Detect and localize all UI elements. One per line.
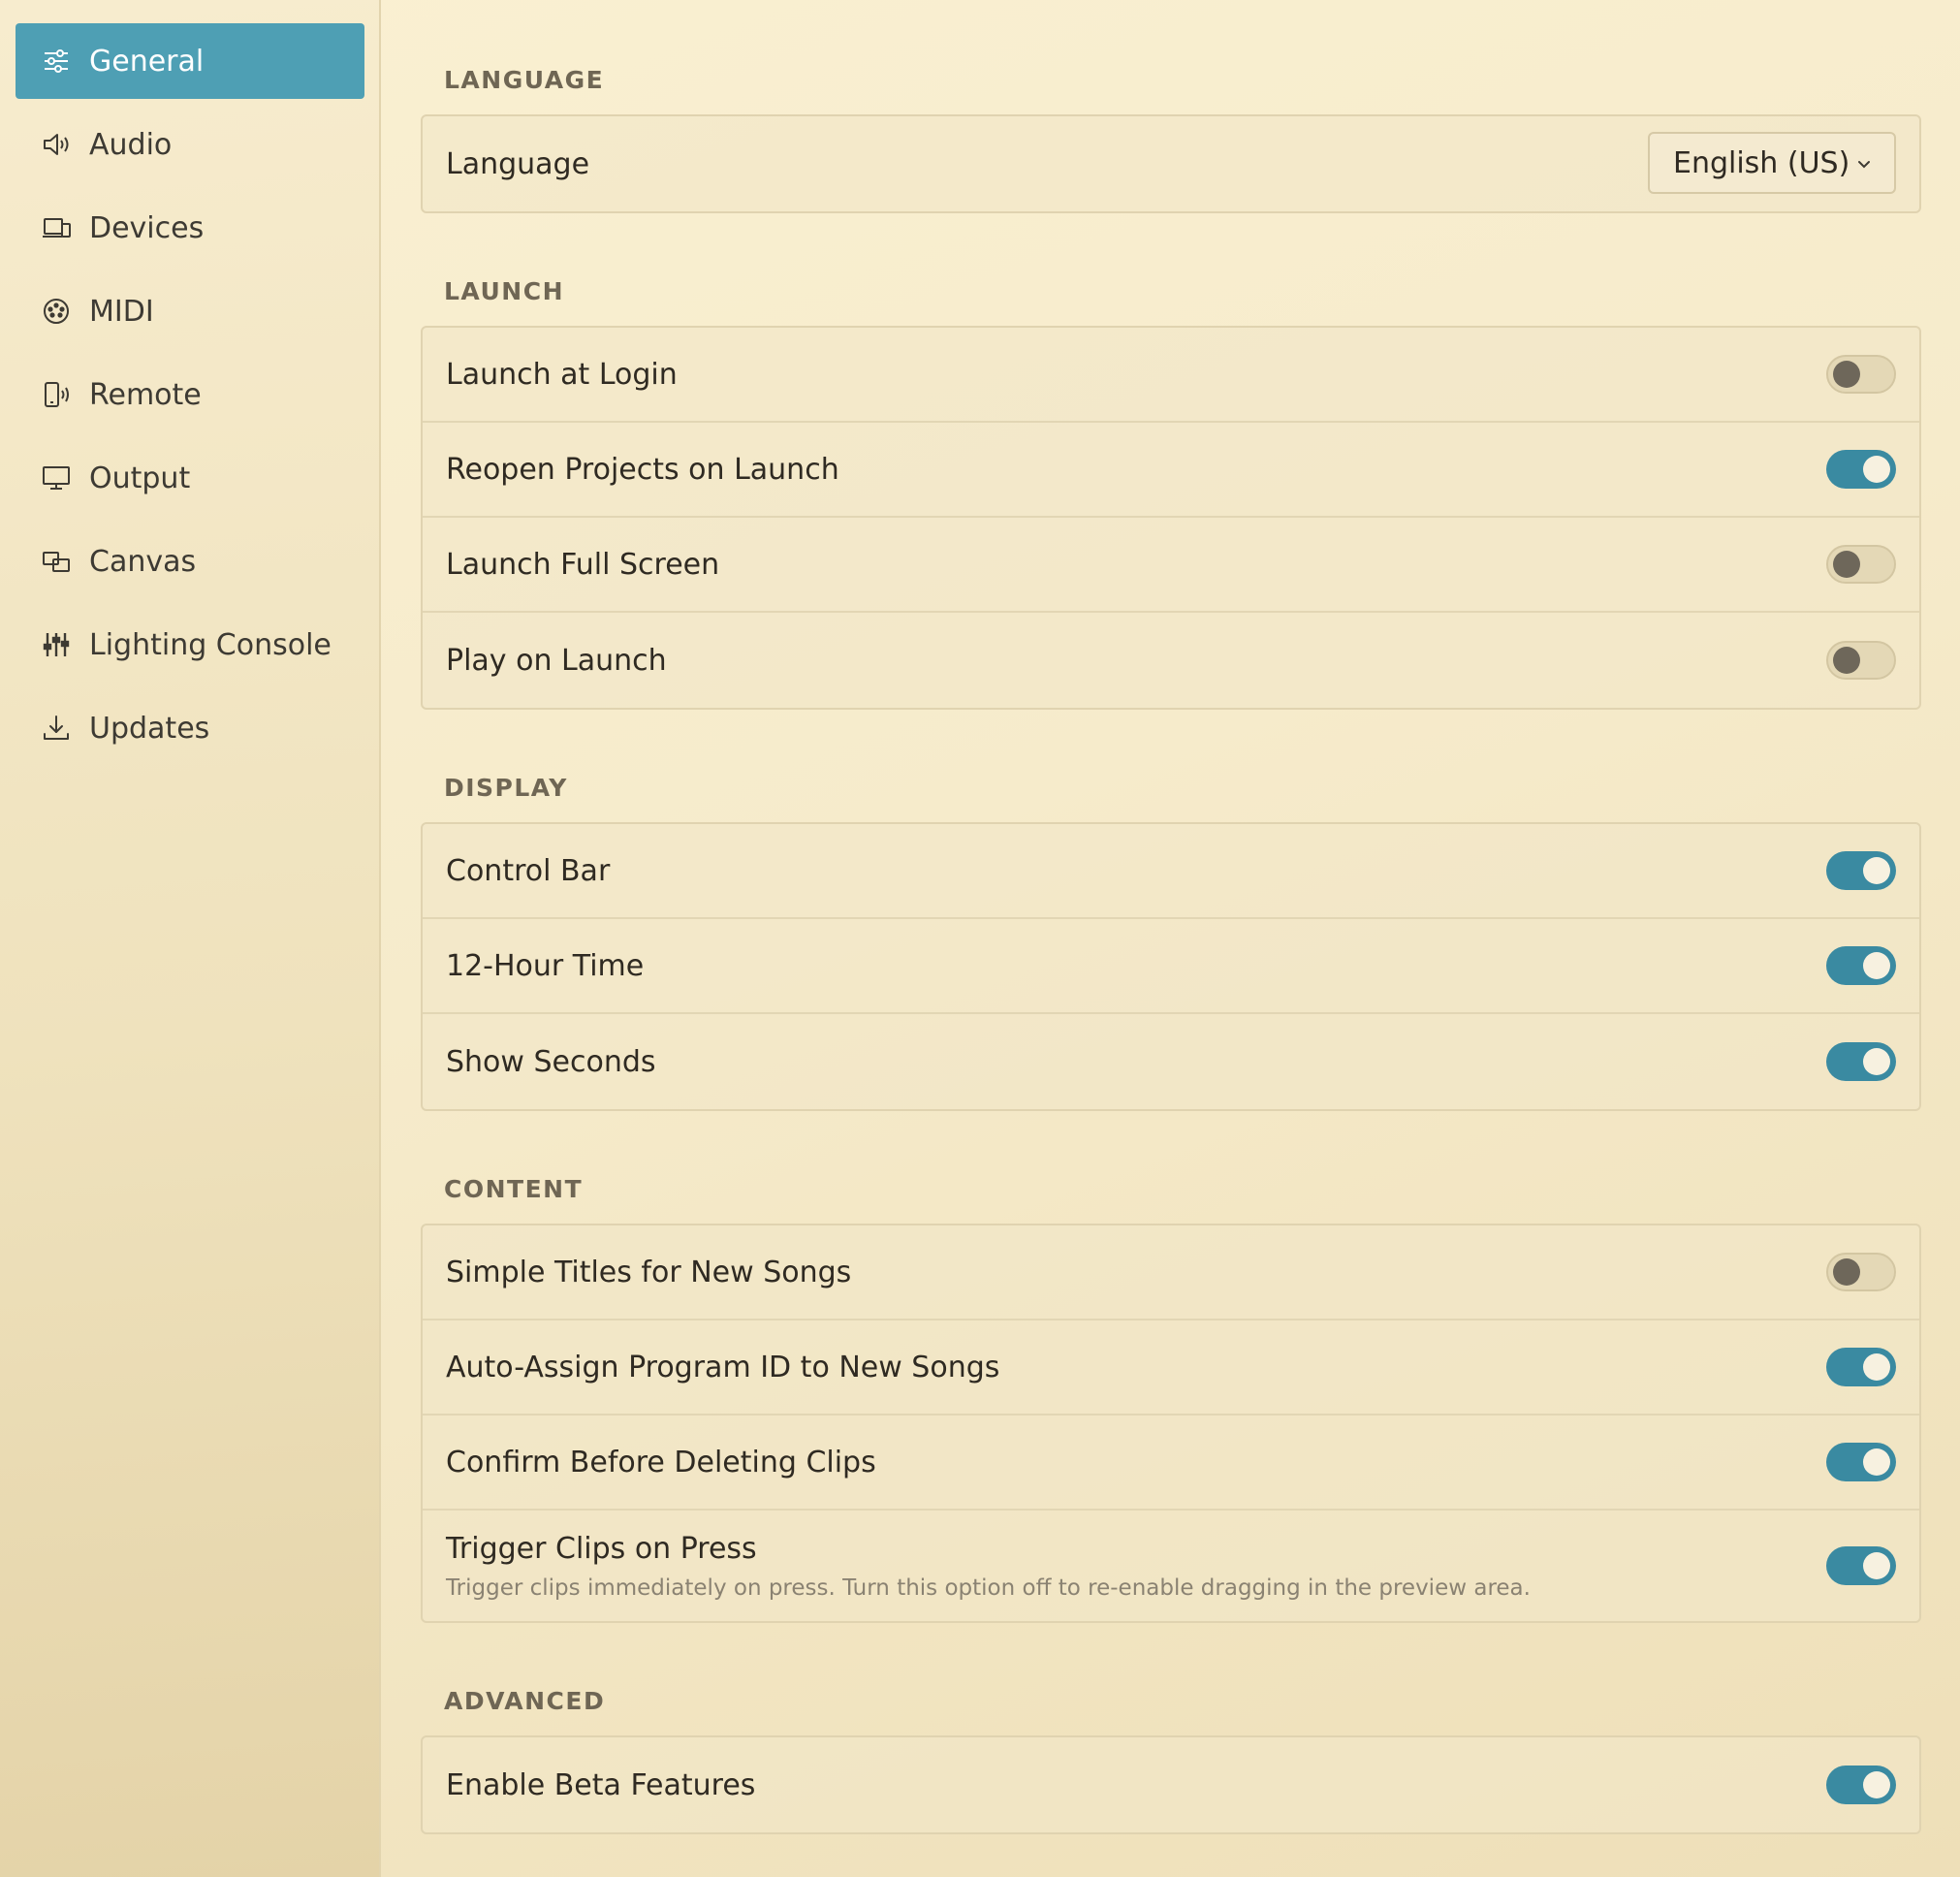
play-on-launch-toggle[interactable] (1826, 641, 1896, 680)
sidebar-item-midi[interactable]: MIDI (16, 273, 364, 349)
row-label: Auto-Assign Program ID to New Songs (446, 1350, 1000, 1384)
sidebar-item-output[interactable]: Output (16, 440, 364, 516)
language-select[interactable]: English (US) (1648, 132, 1896, 194)
row-label: 12-Hour Time (446, 948, 645, 983)
setting-row-launch-full-screen: Launch Full Screen (423, 518, 1919, 613)
sliders-icon (41, 46, 72, 77)
toggle-knob (1863, 1048, 1890, 1075)
setting-row-trigger-clips-on-press: Trigger Clips on Press Trigger clips imm… (423, 1511, 1919, 1621)
toggle-knob (1863, 1448, 1890, 1476)
sidebar-item-updates[interactable]: Updates (16, 690, 364, 766)
section-title-advanced: ADVANCED (444, 1687, 606, 1715)
settings-panel: LANGUAGE Language English (US) LAUNCH La… (381, 0, 1960, 1877)
chevron-down-icon (1858, 161, 1870, 169)
reopen-projects-toggle[interactable] (1826, 450, 1896, 489)
toggle-knob (1863, 1353, 1890, 1381)
setting-row-simple-titles: Simple Titles for New Songs (423, 1225, 1919, 1320)
toggle-knob (1863, 456, 1890, 483)
language-select-value: English (US) (1673, 145, 1850, 180)
toggle-knob (1833, 361, 1860, 388)
section-title-language: LANGUAGE (444, 66, 605, 94)
sidebar-item-devices[interactable]: Devices (16, 190, 364, 266)
row-label: Trigger Clips on Press (446, 1531, 757, 1566)
download-icon (41, 713, 72, 744)
setting-row-confirm-delete-clips: Confirm Before Deleting Clips (423, 1416, 1919, 1511)
sidebar-item-label: General (89, 44, 205, 79)
sidebar-item-label: Audio (89, 127, 173, 162)
sidebar-item-label: Devices (89, 210, 205, 245)
setting-row-enable-beta-features: Enable Beta Features (423, 1737, 1919, 1832)
monitor-icon (41, 462, 72, 493)
setting-row-auto-assign-program-id: Auto-Assign Program ID to New Songs (423, 1320, 1919, 1416)
canvas-icon (41, 546, 72, 577)
toggle-knob (1863, 952, 1890, 979)
toggle-knob (1833, 647, 1860, 674)
row-label: Confirm Before Deleting Clips (446, 1445, 876, 1479)
sidebar-item-general[interactable]: General (16, 23, 364, 99)
setting-row-control-bar: Control Bar (423, 824, 1919, 919)
sidebar: General Audio Devices MIDI Remote Output… (0, 0, 381, 1877)
confirm-delete-clips-toggle[interactable] (1826, 1443, 1896, 1481)
sidebar-item-label: MIDI (89, 294, 154, 329)
toggle-knob (1863, 857, 1890, 884)
simple-titles-toggle[interactable] (1826, 1253, 1896, 1291)
setting-row-12-hour-time: 12-Hour Time (423, 919, 1919, 1014)
devices-icon (41, 212, 72, 243)
show-seconds-toggle[interactable] (1826, 1042, 1896, 1081)
faders-icon (41, 629, 72, 660)
speaker-icon (41, 129, 72, 160)
sidebar-item-label: Remote (89, 377, 202, 412)
row-label: Simple Titles for New Songs (446, 1255, 852, 1289)
launch-full-screen-toggle[interactable] (1826, 545, 1896, 584)
toggle-knob (1863, 1552, 1890, 1579)
sidebar-item-label: Output (89, 461, 191, 495)
sidebar-item-lighting-console[interactable]: Lighting Console (16, 607, 364, 683)
launch-at-login-toggle[interactable] (1826, 355, 1896, 394)
setting-row-show-seconds: Show Seconds (423, 1014, 1919, 1109)
row-label: Play on Launch (446, 643, 667, 678)
toggle-knob (1833, 551, 1860, 578)
enable-beta-features-toggle[interactable] (1826, 1766, 1896, 1804)
language-card: Language English (US) (421, 114, 1921, 213)
toggle-knob (1833, 1258, 1860, 1286)
row-label: Language (446, 146, 590, 181)
row-label: Enable Beta Features (446, 1767, 756, 1802)
row-description: Trigger clips immediately on press. Turn… (446, 1575, 1531, 1601)
12-hour-time-toggle[interactable] (1826, 946, 1896, 985)
trigger-clips-on-press-toggle[interactable] (1826, 1546, 1896, 1585)
remote-icon (41, 379, 72, 410)
section-title-content: CONTENT (444, 1175, 584, 1203)
midi-icon (41, 296, 72, 327)
launch-card: Launch at Login Reopen Projects on Launc… (421, 326, 1921, 710)
section-title-display: DISPLAY (444, 774, 568, 802)
row-label: Control Bar (446, 853, 611, 888)
toggle-knob (1863, 1771, 1890, 1798)
setting-row-launch-at-login: Launch at Login (423, 328, 1919, 423)
content-card: Simple Titles for New Songs Auto-Assign … (421, 1224, 1921, 1623)
control-bar-toggle[interactable] (1826, 851, 1896, 890)
sidebar-item-audio[interactable]: Audio (16, 107, 364, 182)
sidebar-item-label: Lighting Console (89, 627, 332, 662)
sidebar-item-canvas[interactable]: Canvas (16, 524, 364, 599)
display-card: Control Bar 12-Hour Time Show Seconds (421, 822, 1921, 1111)
advanced-card: Enable Beta Features (421, 1735, 1921, 1834)
section-title-launch: LAUNCH (444, 277, 565, 305)
setting-row-play-on-launch: Play on Launch (423, 613, 1919, 708)
row-label: Reopen Projects on Launch (446, 452, 839, 487)
sidebar-item-label: Updates (89, 711, 210, 746)
row-label: Show Seconds (446, 1044, 656, 1079)
row-label: Launch at Login (446, 357, 678, 392)
setting-row-reopen-projects: Reopen Projects on Launch (423, 423, 1919, 518)
language-row: Language English (US) (423, 116, 1919, 211)
sidebar-item-label: Canvas (89, 544, 197, 579)
auto-assign-program-id-toggle[interactable] (1826, 1348, 1896, 1386)
sidebar-item-remote[interactable]: Remote (16, 357, 364, 432)
row-label: Launch Full Screen (446, 547, 720, 582)
